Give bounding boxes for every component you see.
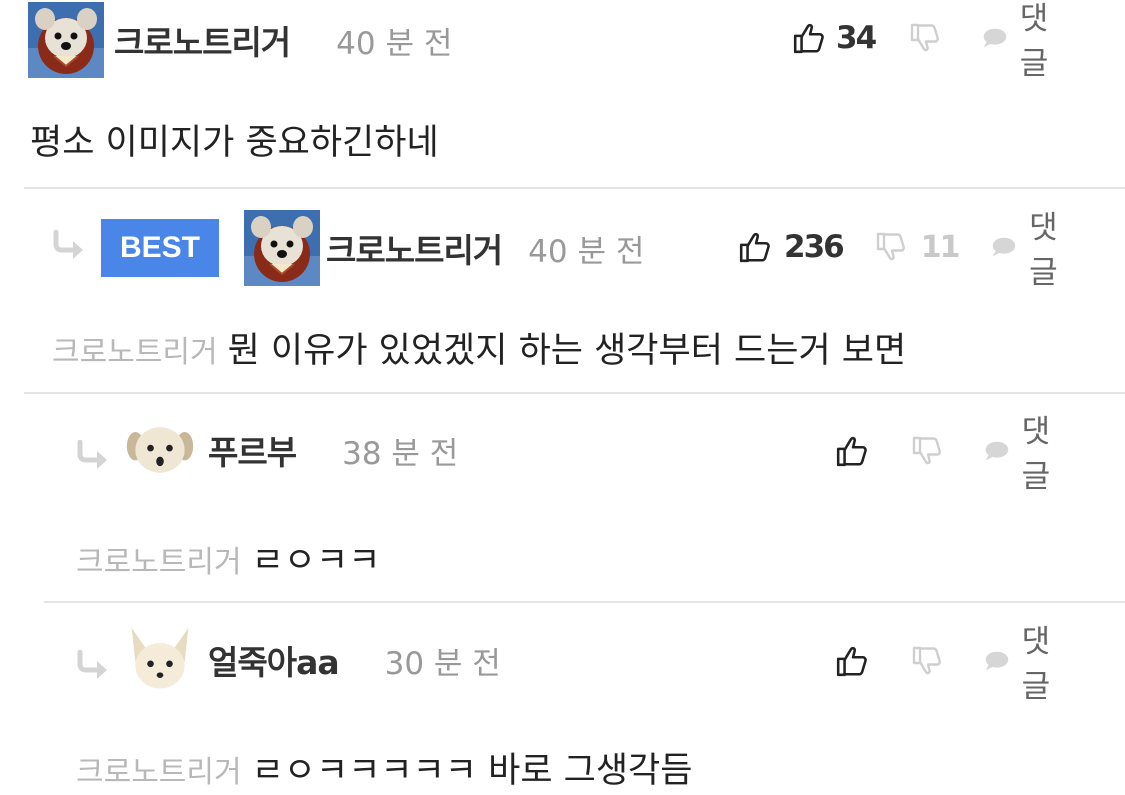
dislike-button[interactable] [911, 435, 943, 467]
thumbs-down-icon [911, 435, 943, 467]
like-count: 236 [784, 229, 845, 265]
dislike-button[interactable] [909, 22, 941, 54]
like-count: 34 [836, 20, 877, 56]
reply-button[interactable]: 댓글 [990, 202, 1069, 292]
reply-arrow-icon [76, 650, 112, 680]
speech-bubble-icon [983, 646, 1010, 676]
comment-header: 얼죽아aa 30 분 전 [124, 620, 501, 700]
reply-button[interactable]: 댓글 [983, 616, 1062, 706]
mention[interactable]: 크로노트리거 [52, 335, 218, 370]
like-button[interactable] [835, 644, 869, 678]
speech-bubble-icon [990, 232, 1017, 262]
comment-text: 크로노트리거 ㄹㅇㅋㅋ [76, 532, 380, 583]
comment-text: 크로노트리거 ㄹㅇㅋㅋㅋㅋㅋ 바로 그생각듬 [76, 742, 692, 793]
speech-bubble-icon [981, 23, 1008, 53]
comment-header: 푸르부 38 분 전 [124, 410, 458, 490]
comment-actions: 34 댓글 [792, 1, 1060, 82]
reply-label: 댓글 [1021, 414, 1051, 495]
thumbs-up-icon [738, 230, 772, 264]
mention[interactable]: 크로노트리거 [76, 545, 242, 580]
author-name[interactable]: 얼죽아aa [208, 636, 340, 684]
author-name[interactable]: 크로노트리거 [326, 224, 503, 272]
reply-arrow-icon [76, 440, 112, 470]
avatar[interactable] [244, 210, 320, 286]
timestamp: 30 분 전 [384, 645, 501, 682]
thumbs-down-icon [911, 645, 943, 677]
thumbs-down-icon [875, 231, 907, 263]
thumbs-up-icon [835, 434, 869, 468]
comment-text: 평소 이미지가 중요하긴하네 [30, 114, 439, 165]
like-button[interactable]: 236 [738, 229, 845, 265]
dislike-count: 11 [920, 229, 961, 265]
like-button[interactable]: 34 [792, 20, 877, 56]
divider [44, 601, 1125, 603]
timestamp: 38 분 전 [342, 435, 459, 472]
dislike-button[interactable] [911, 645, 943, 677]
timestamp: 40 분 전 [336, 25, 453, 62]
avatar[interactable] [28, 2, 104, 78]
comment-actions: 236 11 댓글 [738, 210, 1069, 291]
divider [24, 392, 1125, 394]
thumbs-down-icon [909, 22, 941, 54]
reply-button[interactable]: 댓글 [981, 0, 1060, 83]
speech-bubble-icon [983, 436, 1010, 466]
divider [24, 187, 1125, 189]
comment-text: 크로노트리거 뭔 이유가 있었겠지 하는 생각부터 드는거 보면 [52, 322, 906, 373]
avatar[interactable] [124, 414, 196, 486]
comment-body: 평소 이미지가 중요하긴하네 [30, 123, 439, 163]
thumbs-up-icon [835, 644, 869, 678]
mention[interactable]: 크로노트리거 [76, 755, 242, 790]
dislike-button[interactable]: 11 [875, 229, 961, 265]
comment-header: 크로노트리거 40 분 전 [28, 0, 452, 80]
reply-button[interactable]: 댓글 [983, 406, 1062, 496]
comment-header: 크로노트리거 40 분 전 [244, 208, 644, 288]
author-name[interactable]: 크로노트리거 [114, 16, 291, 64]
comment-actions: 댓글 [835, 414, 1062, 495]
author-name[interactable]: 푸르부 [208, 426, 297, 474]
comment-actions: 댓글 [835, 624, 1062, 705]
reply-label: 댓글 [1029, 210, 1058, 291]
thumbs-up-icon [792, 21, 826, 55]
reply-label: 댓글 [1021, 624, 1051, 705]
like-button[interactable] [835, 434, 869, 468]
avatar[interactable] [124, 624, 196, 696]
reply-arrow-icon [52, 230, 88, 260]
comment-body: ㄹㅇㅋㅋ [251, 541, 381, 581]
reply-label: 댓글 [1019, 1, 1049, 82]
comment-body: ㄹㅇㅋㅋㅋㅋㅋ 바로 그생각듬 [251, 751, 693, 791]
timestamp: 40 분 전 [528, 233, 645, 270]
best-badge: BEST [101, 219, 219, 277]
comment-body: 뭔 이유가 있었겠지 하는 생각부터 드는거 보면 [227, 331, 907, 371]
